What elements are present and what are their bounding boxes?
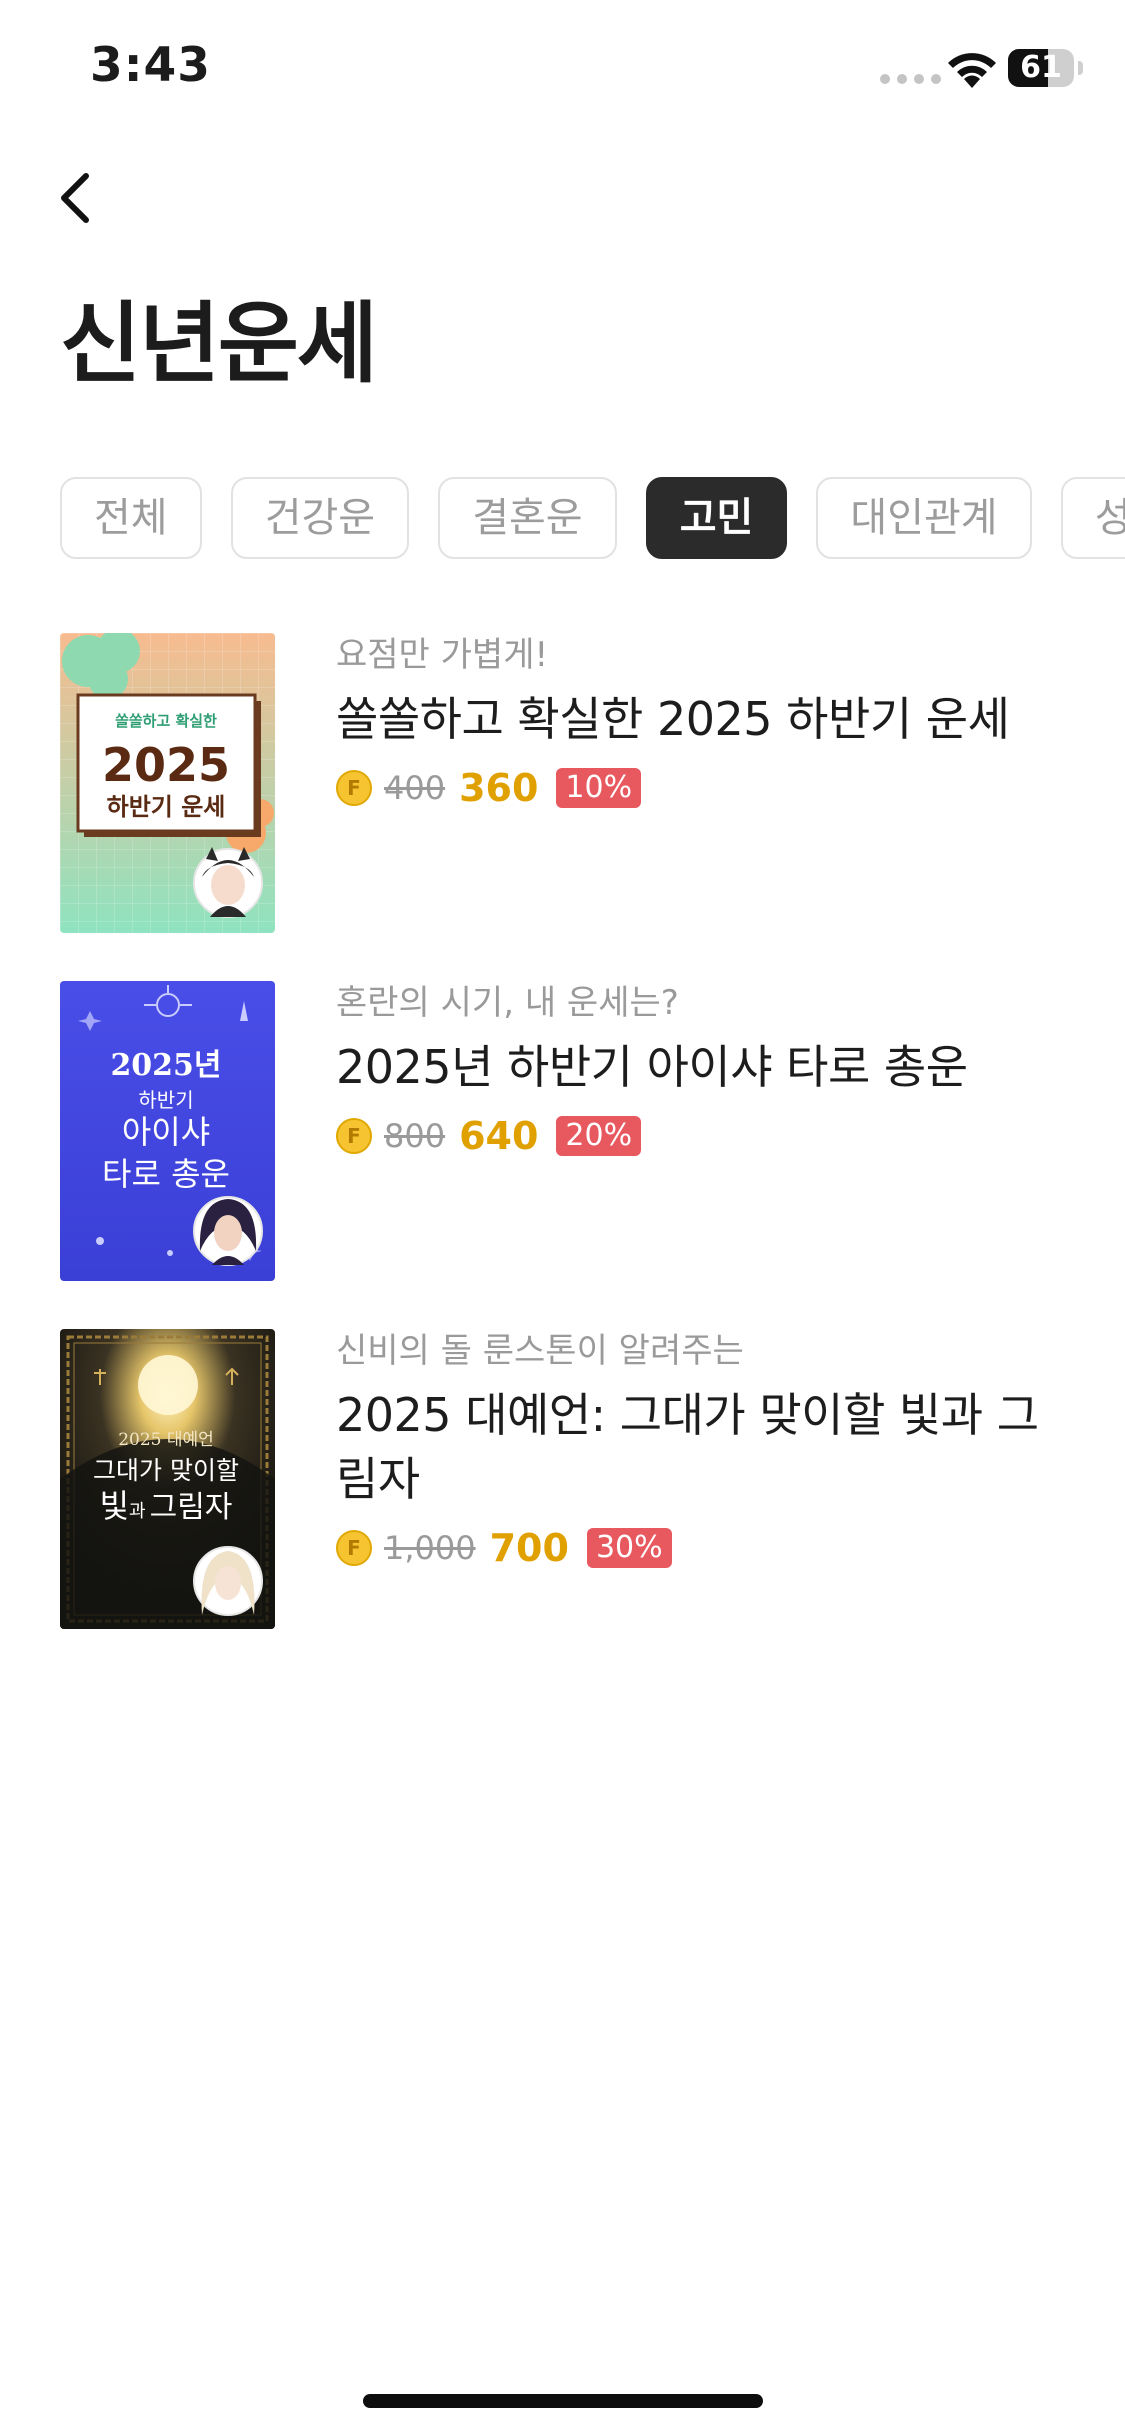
status-bar: 3:43 61: [0, 0, 1125, 140]
thumbnail-image: 2025년 하반기 아이샤 타로 총운: [60, 981, 275, 1281]
coin-icon: F: [336, 1118, 372, 1154]
thumb-text: 과: [129, 1501, 146, 1522]
thumb-text: 2025년: [110, 1048, 221, 1083]
tab-health[interactable]: 건강운: [230, 477, 410, 559]
item-subtitle: 신비의 돌 룬스톤이 알려주는: [336, 1331, 744, 1371]
discount-badge: 20%: [556, 1116, 642, 1156]
page-title: 신년운세: [60, 292, 378, 395]
original-price: 400: [384, 769, 446, 807]
list-item[interactable]: 쏠쏠하고 확실한 2025 하반기 운세 요점만 가볍게! 쏠쏠하고 확실한 2…: [60, 633, 1065, 933]
list-item[interactable]: 2025 대예언 그대가 맞이할 빛과 그림자 신비의 돌 룬스톤이 알려주는 2…: [60, 1329, 1065, 1629]
item-title: 쏠쏠하고 확실한 2025 하반기 운세: [336, 692, 1010, 746]
status-time: 3:43: [90, 38, 211, 93]
item-title: 2025년 하반기 아이샤 타로 총운: [336, 1040, 968, 1094]
tab-relationships[interactable]: 대인관계: [816, 477, 1032, 559]
sale-price: 360: [459, 766, 539, 810]
price-row: F 800 640 20%: [336, 1113, 1056, 1159]
wifi-icon: [948, 53, 996, 88]
item-text: 요점만 가볍게! 쏠쏠하고 확실한 2025 하반기 운세 F 400 360 …: [336, 633, 1056, 811]
item-subtitle: 혼란의 시기, 내 운세는?: [336, 983, 679, 1023]
original-price: 800: [384, 1117, 446, 1155]
thumbnail-image: 2025 대예언 그대가 맞이할 빛과 그림자: [60, 1329, 275, 1629]
coin-icon: F: [336, 1530, 372, 1566]
category-tabs: 전체 건강운 결혼운 고민 대인관계 성공: [60, 477, 1125, 561]
tab-worries[interactable]: 고민: [645, 477, 788, 559]
tab-all[interactable]: 전체: [60, 477, 202, 559]
thumb-text: 2025 대예언: [118, 1430, 214, 1450]
thumb-text: 하반기 운세: [107, 793, 226, 821]
discount-badge: 10%: [556, 768, 642, 808]
battery-tip: [1078, 61, 1083, 75]
original-price: 1,000: [384, 1529, 476, 1567]
item-text: 혼란의 시기, 내 운세는? 2025년 하반기 아이샤 타로 총운 F 800…: [336, 981, 1056, 1159]
thumb-text: 그대가 맞이할: [93, 1456, 239, 1485]
thumb-text: 쏠쏠하고 확실한: [115, 712, 217, 730]
item-text: 신비의 돌 룬스톤이 알려주는 2025 대예언: 그대가 맞이할 빛과 그림자…: [336, 1329, 1056, 1571]
tab-success[interactable]: 성공: [1060, 477, 1125, 559]
thumb-text: 타로 총운: [102, 1155, 230, 1193]
list-item[interactable]: 2025년 하반기 아이샤 타로 총운 혼란의 시기, 내 운세는? 2025년…: [60, 981, 1065, 1281]
price-row: F 400 360 10%: [336, 765, 1056, 811]
back-button[interactable]: [48, 160, 108, 230]
battery-icon: 61: [1008, 49, 1074, 87]
item-title: 2025 대예언: 그대가 맞이할 빛과 그림자: [336, 1388, 1039, 1506]
svg-text:빛과그림자: 빛과 그림자: [100, 1487, 233, 1525]
home-indicator: [363, 2394, 763, 2408]
chevron-left-icon: [61, 173, 89, 223]
item-subtitle: 요점만 가볍게!: [336, 635, 549, 675]
thumb-text: 그림자: [150, 1490, 233, 1525]
thumb-text: 아이샤: [122, 1113, 210, 1151]
cellular-signal-icon: [880, 74, 941, 84]
thumbnail-image: 쏠쏠하고 확실한 2025 하반기 운세: [60, 633, 275, 933]
tab-marriage[interactable]: 결혼운: [438, 477, 617, 559]
coin-icon: F: [336, 770, 372, 806]
price-row: F 1,000 700 30%: [336, 1525, 1056, 1571]
sale-price: 700: [489, 1526, 569, 1570]
thumb-text: 하반기: [138, 1088, 193, 1112]
sale-price: 640: [459, 1114, 539, 1158]
discount-badge: 30%: [586, 1528, 672, 1568]
thumb-text: 빛: [100, 1487, 129, 1525]
thumb-text: 2025: [102, 738, 230, 792]
battery-level: 61: [1020, 50, 1062, 85]
